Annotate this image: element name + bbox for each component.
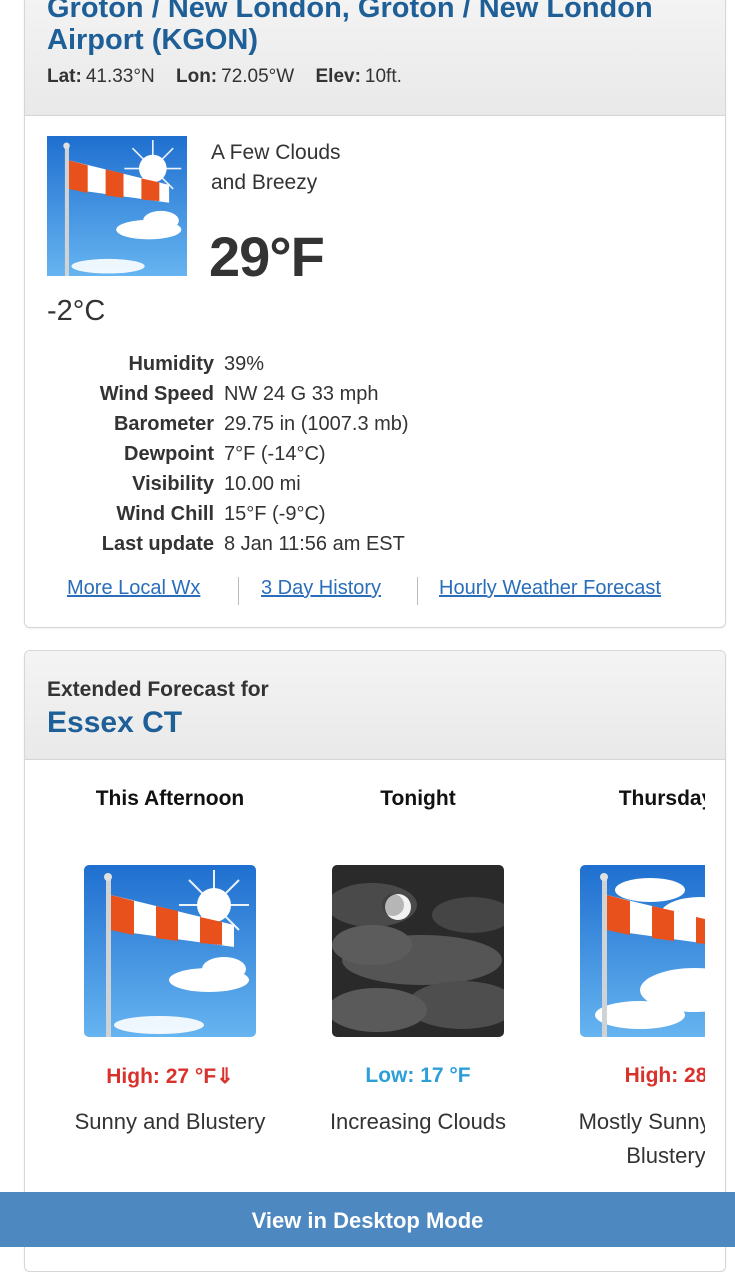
detail-value: 7°F (-14°C)	[224, 443, 326, 465]
detail-label: Humidity	[128, 353, 214, 375]
detail-label: Dewpoint	[124, 443, 214, 465]
detail-row-wind-chill: Wind Chill 15°F (-9°C)	[25, 499, 725, 529]
night-clouds-moon-icon	[332, 865, 504, 1037]
period-short-forecast: Mostly Sunny and Blustery	[578, 1109, 705, 1168]
period-high-temp: High: 27 °F⇓	[106, 1065, 234, 1088]
detail-value: 8 Jan 11:56 am EST	[224, 533, 405, 555]
detail-label: Visibility	[132, 473, 214, 495]
extended-forecast-label: Extended Forecast for	[47, 678, 269, 701]
condition-description: A Few Clouds and Breezy	[211, 141, 341, 194]
detail-label: Wind Chill	[116, 503, 214, 525]
detail-value: NW 24 G 33 mph	[224, 383, 379, 405]
period-short-forecast: Increasing Clouds	[329, 1109, 507, 1134]
link-divider	[417, 577, 418, 605]
temperature-celsius: -2°C	[47, 295, 106, 327]
period-name: This Afternoon	[95, 787, 245, 810]
station-header: Groton / New London, Groton / New London…	[25, 0, 725, 116]
windsock-sunny-icon	[580, 865, 705, 1037]
view-desktop-mode-button[interactable]: View in Desktop Mode	[0, 1192, 735, 1247]
elev-label: Elev:	[315, 66, 361, 87]
period-short-forecast: Sunny and Blustery	[74, 1109, 266, 1134]
period-low-temp: Low: 17 °F	[365, 1064, 471, 1087]
conditions-details-table: Humidity 39% Wind Speed NW 24 G 33 mph Bar…	[25, 349, 725, 559]
station-coordinates: Lat: 41.33°N Lon: 72.05°W Elev: 10ft.	[47, 66, 402, 88]
detail-label: Barometer	[113, 413, 214, 435]
elev-value: 10ft.	[364, 66, 402, 87]
detail-value: 29.75 in (1007.3 mb)	[224, 413, 409, 435]
detail-row-dewpoint: Dewpoint 7°F (-14°C)	[25, 439, 725, 469]
lon-value: 72.05°W	[221, 66, 295, 87]
link-divider	[238, 577, 239, 605]
detail-value: 10.00 mi	[224, 473, 301, 495]
detail-row-humidity: Humidity 39%	[25, 349, 725, 379]
lat-label: Lat:	[47, 66, 82, 87]
lat-value: 41.33°N	[85, 66, 155, 87]
forecast-location: Essex CT	[47, 706, 183, 739]
hourly-forecast-link[interactable]: Hourly Weather Forecast	[439, 577, 661, 600]
more-local-wx-link[interactable]: More Local Wx	[67, 577, 200, 600]
detail-row-visibility: Visibility 10.00 mi	[25, 469, 725, 499]
detail-value: 39%	[224, 353, 265, 375]
windsock-sunny-icon	[47, 136, 187, 276]
extended-forecast-header: Extended Forecast for Essex CT	[25, 651, 725, 760]
detail-label: Last update	[101, 533, 214, 555]
period-high-temp: High: 28	[624, 1064, 705, 1087]
period-name: Tonight	[380, 787, 456, 810]
forecast-period-tonight: Tonight Low: 17 °F Increasing Clouds	[294, 761, 542, 1139]
lon-label: Lon:	[175, 66, 218, 87]
current-conditions-panel: Groton / New London, Groton / New London…	[24, 0, 726, 628]
detail-label: Wind Speed	[99, 383, 214, 405]
station-name: Groton / New London, Groton / New London…	[47, 0, 653, 56]
windsock-sunny-icon	[84, 865, 256, 1037]
extended-forecast-panel: Extended Forecast for Essex CT This Afte…	[24, 650, 726, 1272]
temperature-fahrenheit: 29°F	[209, 225, 325, 288]
detail-row-barometer: Barometer 29.75 in (1007.3 mb)	[25, 409, 725, 439]
forecast-period-this-afternoon: This Afternoon High: 27 °F⇓ Sunny and Bl…	[46, 761, 294, 1139]
station-links: More Local Wx 3 Day History Hourly Weath…	[25, 577, 725, 607]
period-name: Thursday	[618, 787, 705, 810]
detail-row-last-update: Last update 8 Jan 11:56 am EST	[25, 529, 725, 559]
detail-value: 15°F (-9°C)	[224, 503, 326, 525]
forecast-period-thursday: Thursday High: 28 Mostly Sunny Blustery	[542, 761, 705, 1173]
three-day-history-link[interactable]: 3 Day History	[261, 577, 381, 600]
detail-row-wind-speed: Wind Speed NW 24 G 33 mph	[25, 379, 725, 409]
